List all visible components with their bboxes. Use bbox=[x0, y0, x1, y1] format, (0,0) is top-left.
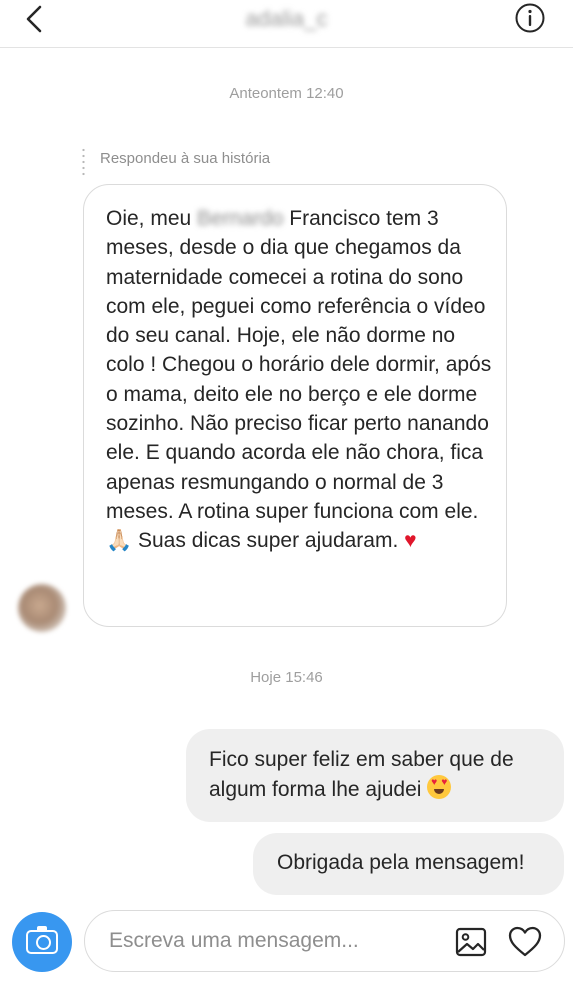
story-reply-bar bbox=[82, 147, 85, 177]
camera-button[interactable] bbox=[12, 912, 72, 972]
image-icon bbox=[455, 927, 487, 957]
gallery-button[interactable] bbox=[454, 925, 488, 959]
incoming-message-bubble[interactable]: Oie, meu Bernardo Francisco tem 3 meses,… bbox=[83, 184, 507, 627]
info-button[interactable] bbox=[514, 2, 546, 34]
red-heart-emoji: ♥ bbox=[404, 529, 417, 553]
message-text-part: Oie, meu bbox=[106, 207, 198, 230]
outgoing-message-text: Fico super feliz em saber que de algum f… bbox=[209, 748, 514, 801]
incoming-message-text: Oie, meu Bernardo Francisco tem 3 meses,… bbox=[106, 204, 496, 556]
heart-eyes-emoji bbox=[427, 775, 452, 799]
message-input[interactable] bbox=[109, 926, 439, 956]
conversation-username[interactable]: adalia_c bbox=[0, 6, 573, 32]
info-icon bbox=[515, 3, 545, 33]
message-text-part: Suas dicas super ajudaram. bbox=[132, 529, 405, 553]
like-button[interactable] bbox=[507, 924, 543, 960]
folded-hands-emoji: 🙏🏻 bbox=[106, 529, 133, 553]
outgoing-message-bubble[interactable]: Fico super feliz em saber que de algum f… bbox=[186, 729, 564, 822]
redacted-name: Bernardo bbox=[197, 207, 284, 230]
camera-icon bbox=[26, 926, 58, 954]
outgoing-message-text: Obrigada pela mensagem! bbox=[277, 851, 525, 874]
conversation-header: adalia_c bbox=[0, 0, 573, 48]
message-timestamp: Hoje 15:46 bbox=[250, 669, 323, 686]
message-text-part: Francisco tem 3 meses, desde o dia que c… bbox=[106, 207, 492, 523]
story-reply-label: Respondeu à sua história bbox=[100, 150, 271, 167]
sender-avatar[interactable] bbox=[18, 584, 66, 632]
outgoing-message-bubble[interactable]: Obrigada pela mensagem! bbox=[253, 833, 564, 895]
heart-outline-icon bbox=[508, 926, 542, 957]
message-timestamp: Anteontem 12:40 bbox=[229, 85, 344, 102]
message-composer bbox=[84, 910, 565, 972]
